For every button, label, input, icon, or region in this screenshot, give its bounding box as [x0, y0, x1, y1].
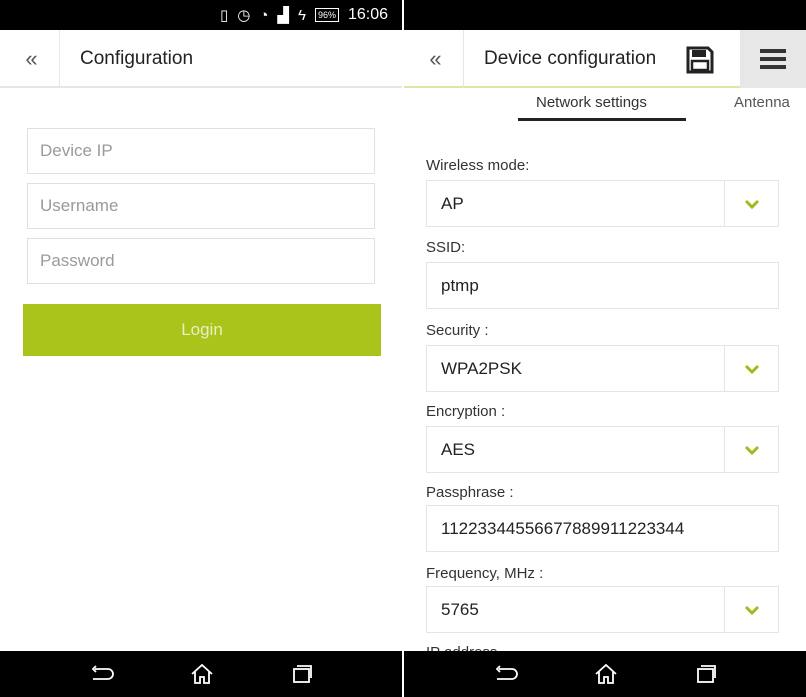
- back-nav-button[interactable]: [72, 651, 132, 697]
- tab-antenna[interactable]: Antenna: [734, 94, 790, 111]
- recent-apps-icon: [697, 665, 716, 683]
- recents-nav-button[interactable]: [272, 651, 332, 697]
- frequency-value: 5765: [441, 599, 479, 619]
- settings-tabs: Network settings Antenna: [404, 90, 806, 126]
- status-bar: [404, 0, 806, 30]
- back-arrow-icon: [495, 665, 518, 680]
- page-title: Device configuration: [484, 48, 657, 69]
- charging-icon: ϟ: [297, 6, 306, 24]
- encryption-label: Encryption :: [426, 403, 506, 420]
- active-tab-indicator: [518, 118, 686, 121]
- ssid-label: SSID:: [426, 239, 466, 256]
- home-icon: [191, 663, 213, 684]
- login-screen: ▯ ◷ ◔ ▟ ϟ 96% 16:06 « Configuration Logi…: [0, 0, 402, 697]
- chevron-down-icon[interactable]: [724, 181, 778, 226]
- username-field[interactable]: [27, 183, 375, 229]
- security-select[interactable]: WPA2PSK: [426, 345, 779, 392]
- status-time: 16:06: [347, 6, 388, 23]
- chevron-down-icon[interactable]: [724, 587, 778, 632]
- wireless-mode-select[interactable]: AP: [426, 180, 779, 227]
- encryption-value: AES: [441, 439, 476, 459]
- wifi-icon: ◔: [259, 6, 269, 24]
- password-field[interactable]: [27, 238, 375, 284]
- save-button[interactable]: [684, 44, 716, 76]
- recents-nav-button[interactable]: [676, 651, 736, 697]
- back-button[interactable]: «: [404, 30, 464, 88]
- back-nav-button[interactable]: [476, 651, 536, 697]
- login-button[interactable]: Login: [23, 304, 381, 356]
- chevron-down-icon[interactable]: [724, 346, 778, 391]
- tab-network-settings[interactable]: Network settings: [536, 94, 647, 111]
- passphrase-input[interactable]: 11223344556677889911223344: [426, 505, 779, 552]
- app-bar: « Configuration: [0, 30, 402, 88]
- back-button[interactable]: «: [0, 30, 60, 88]
- recent-apps-icon: [293, 665, 312, 683]
- alarm-icon: ◷: [237, 7, 251, 24]
- vibrate-icon: ▯: [220, 7, 229, 24]
- save-disk-icon: [686, 46, 714, 74]
- device-configuration-screen: « Device configuration Network settings …: [404, 0, 806, 697]
- hamburger-menu-icon: [760, 49, 786, 53]
- double-chevron-left-icon: «: [25, 46, 37, 71]
- password-input[interactable]: [28, 239, 374, 283]
- device-ip-input[interactable]: [28, 129, 374, 173]
- double-chevron-left-icon: «: [429, 46, 441, 71]
- security-value: WPA2PSK: [441, 358, 522, 378]
- wireless-mode-label: Wireless mode:: [426, 157, 530, 174]
- frequency-label: Frequency, MHz :: [426, 565, 544, 582]
- signal-icon: ▟: [277, 7, 289, 24]
- battery-indicator: 96%: [314, 8, 339, 22]
- menu-button[interactable]: [740, 30, 806, 88]
- ssid-value: ptmp: [441, 275, 479, 295]
- username-input[interactable]: [28, 184, 374, 228]
- passphrase-value: 11223344556677889911223344: [441, 518, 685, 538]
- home-nav-button[interactable]: [172, 651, 232, 697]
- device-ip-field[interactable]: [27, 128, 375, 174]
- app-bar: « Device configuration: [404, 30, 806, 88]
- frequency-select[interactable]: 5765: [426, 586, 779, 633]
- home-nav-button[interactable]: [576, 651, 636, 697]
- navigation-bar: [0, 651, 402, 697]
- home-icon: [595, 663, 617, 684]
- page-title: Configuration: [80, 48, 194, 69]
- ssid-input[interactable]: ptmp: [426, 262, 779, 309]
- encryption-select[interactable]: AES: [426, 426, 779, 473]
- status-bar: ▯ ◷ ◔ ▟ ϟ 96% 16:06: [0, 0, 402, 30]
- back-arrow-icon: [91, 665, 114, 680]
- navigation-bar: [404, 651, 806, 697]
- wireless-mode-value: AP: [441, 193, 464, 213]
- chevron-down-icon[interactable]: [724, 427, 778, 472]
- passphrase-label: Passphrase :: [426, 484, 514, 501]
- security-label: Security :: [426, 322, 489, 339]
